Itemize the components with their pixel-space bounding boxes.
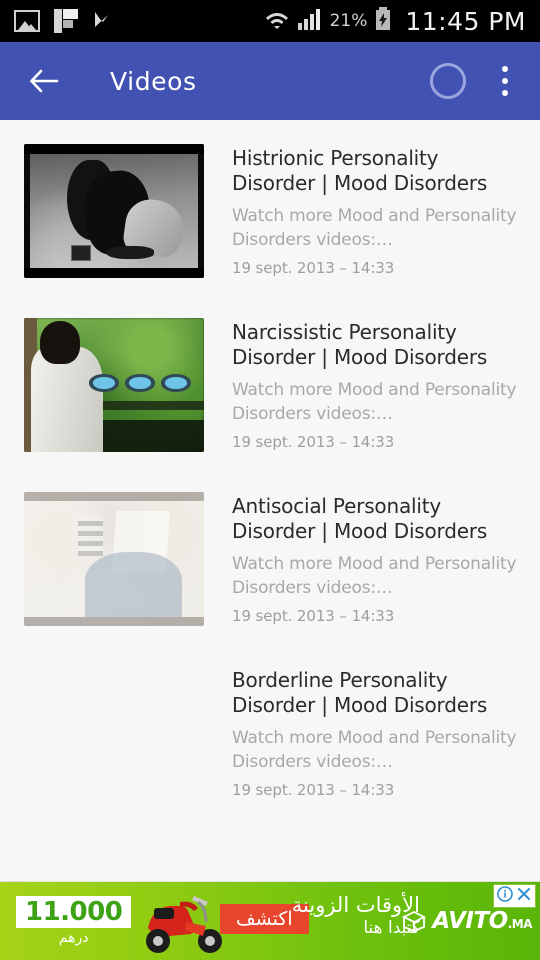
ad-brand: AVITO.MA bbox=[401, 908, 533, 934]
video-meta: Antisocial Personality Disorder | Mood D… bbox=[204, 492, 520, 626]
ad-price-currency: درهم bbox=[58, 930, 89, 946]
list-item[interactable]: Narcissistic Personality Disorder | Mood… bbox=[0, 318, 540, 452]
video-date: 19 sept. 2013 – 14:33 bbox=[232, 781, 395, 799]
video-description: Watch more Mood and Personality Disorder… bbox=[232, 554, 517, 598]
video-title: Borderline Personality Disorder | Mood D… bbox=[232, 668, 488, 717]
video-description: Watch more Mood and Personality Disorder… bbox=[232, 728, 517, 772]
video-date: 19 sept. 2013 – 14:33 bbox=[232, 607, 395, 625]
video-title: Antisocial Personality Disorder | Mood D… bbox=[232, 494, 488, 543]
app-screen: 21% 11:45 PM Videos Histrionic Personali… bbox=[0, 0, 540, 960]
ad-controls[interactable] bbox=[493, 884, 536, 908]
video-title: Histrionic Personality Disorder | Mood D… bbox=[232, 146, 488, 195]
video-description: Watch more Mood and Personality Disorder… bbox=[232, 380, 517, 424]
gallery-image-icon bbox=[14, 10, 40, 32]
ad-price-amount: 11.000 bbox=[16, 896, 132, 928]
video-thumbnail[interactable] bbox=[24, 318, 204, 452]
list-item[interactable]: Borderline Personality Disorder | Mood D… bbox=[0, 666, 540, 800]
video-meta: Histrionic Personality Disorder | Mood D… bbox=[204, 144, 520, 278]
battery-percent-label: 21% bbox=[329, 11, 368, 31]
video-date: 19 sept. 2013 – 14:33 bbox=[232, 433, 395, 451]
back-button[interactable] bbox=[22, 59, 66, 103]
list-item[interactable]: Histrionic Personality Disorder | Mood D… bbox=[0, 144, 540, 278]
battery-charging-icon bbox=[374, 7, 392, 35]
ad-price: 11.000 درهم bbox=[16, 896, 132, 946]
ad-banner[interactable]: 11.000 درهم اكتشف الأوقات الزوينة كتبدا … bbox=[0, 882, 540, 960]
app-bar-actions bbox=[430, 63, 518, 99]
video-list[interactable]: Histrionic Personality Disorder | Mood D… bbox=[0, 120, 540, 881]
overflow-menu-icon[interactable] bbox=[492, 63, 518, 99]
ad-close-icon[interactable] bbox=[516, 886, 532, 906]
video-title: Narcissistic Personality Disorder | Mood… bbox=[232, 320, 488, 369]
signal-bars-icon bbox=[297, 7, 323, 35]
page-title: Videos bbox=[110, 66, 197, 96]
ad-brand-name: AVITO.MA bbox=[432, 908, 532, 934]
list-item[interactable]: Antisocial Personality Disorder | Mood D… bbox=[0, 492, 540, 626]
flipboard-icon bbox=[54, 9, 78, 33]
loading-ring-icon[interactable] bbox=[430, 63, 466, 99]
video-thumbnail[interactable] bbox=[24, 144, 204, 278]
checkmark-flag-icon bbox=[92, 9, 116, 33]
app-bar: Videos bbox=[0, 42, 540, 120]
video-thumbnail-placeholder[interactable] bbox=[24, 666, 204, 800]
video-meta: Narcissistic Personality Disorder | Mood… bbox=[204, 318, 520, 452]
video-date: 19 sept. 2013 – 14:33 bbox=[232, 259, 395, 277]
video-meta: Borderline Personality Disorder | Mood D… bbox=[204, 666, 520, 800]
status-bar: 21% 11:45 PM bbox=[0, 0, 540, 42]
status-bar-left-icons bbox=[14, 9, 116, 33]
status-bar-right-icons: 21% 11:45 PM bbox=[264, 7, 526, 36]
avito-box-icon bbox=[401, 909, 427, 933]
video-thumbnail[interactable] bbox=[24, 492, 204, 626]
wifi-icon bbox=[264, 7, 290, 35]
status-bar-clock: 11:45 PM bbox=[405, 6, 526, 36]
video-description: Watch more Mood and Personality Disorder… bbox=[232, 206, 517, 250]
ad-info-icon[interactable] bbox=[497, 886, 513, 906]
